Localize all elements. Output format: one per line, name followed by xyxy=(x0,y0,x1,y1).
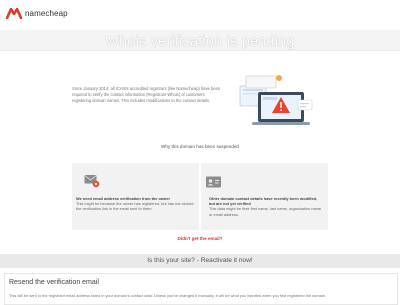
reason-card-contact: Other domain contact details have recent… xyxy=(201,163,328,230)
resend-panel xyxy=(4,273,398,305)
reason-body: This might be because the owner has regi… xyxy=(76,201,194,212)
didnt-get-email-link[interactable]: Didn't get the email? xyxy=(0,236,400,241)
resend-title: Resend the verification email xyxy=(9,279,99,286)
id-card-icon xyxy=(206,176,221,188)
reason-title: Other domain contact details have recent… xyxy=(209,196,318,207)
laptop-warning-icon xyxy=(239,75,313,125)
top-bar: namecheap xyxy=(0,0,400,30)
intro-text: Since January 2014, all ICANN accredited… xyxy=(72,86,221,104)
namecheap-logo[interactable]: namecheap xyxy=(6,8,68,19)
reason-body: This data might be their first name, las… xyxy=(209,206,322,217)
reason-card-text: We need email address verification from … xyxy=(76,196,194,212)
resend-description: This will be sent to the registrant emai… xyxy=(9,293,326,298)
reason-card-email: We need email address verification from … xyxy=(72,163,199,230)
reactivate-link[interactable]: Is this your site? - Reactivate it now! xyxy=(0,257,400,264)
reason-card-text: Other domain contact details have recent… xyxy=(209,196,323,217)
email-error-icon xyxy=(84,175,100,188)
namecheap-n-logo-icon xyxy=(6,8,22,19)
page-title: Whois verification is pending xyxy=(105,34,295,50)
suspended-heading: Why this domain has been suspended xyxy=(161,144,239,149)
logo-text: namecheap xyxy=(25,9,68,18)
